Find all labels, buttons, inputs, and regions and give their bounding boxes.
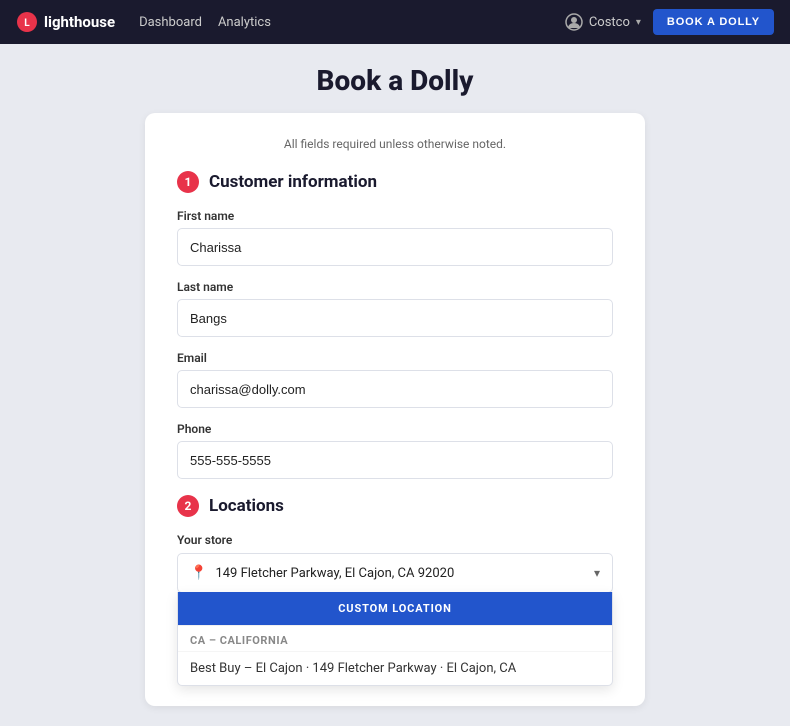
book-dolly-button[interactable]: BOOK A DOLLY bbox=[653, 9, 774, 35]
last-name-field-group: Last name bbox=[177, 280, 613, 337]
user-icon bbox=[565, 13, 583, 31]
store-label: Your store bbox=[177, 533, 613, 547]
section2-title: Locations bbox=[209, 496, 284, 516]
section2-number: 2 bbox=[177, 495, 199, 517]
email-label: Email bbox=[177, 351, 613, 365]
form-card: All fields required unless otherwise not… bbox=[145, 113, 645, 706]
logo-text: lighthouse bbox=[44, 13, 115, 31]
last-name-input[interactable] bbox=[177, 299, 613, 337]
phone-label: Phone bbox=[177, 422, 613, 436]
chevron-down-icon: ▾ bbox=[594, 566, 600, 580]
nav-links: Dashboard Analytics bbox=[139, 15, 541, 30]
nav-analytics[interactable]: Analytics bbox=[218, 15, 271, 30]
top-nav: L lighthouse Dashboard Analytics Costco … bbox=[0, 0, 790, 44]
nav-dashboard[interactable]: Dashboard bbox=[139, 15, 202, 30]
dropdown-item-partial[interactable]: Best Buy – El Cajon · 149 Fletcher Parkw… bbox=[178, 651, 612, 685]
section1-header: 1 Customer information bbox=[177, 171, 613, 193]
dropdown-group-label: CA – CALIFORNIA bbox=[178, 625, 612, 651]
first-name-field-group: First name bbox=[177, 209, 613, 266]
pin-icon: 📍 bbox=[190, 565, 207, 581]
custom-location-button[interactable]: CUSTOM LOCATION bbox=[178, 592, 612, 625]
logo-icon: L bbox=[16, 11, 38, 33]
section1-title: Customer information bbox=[209, 172, 377, 192]
nav-right: Costco ▾ BOOK A DOLLY bbox=[565, 9, 774, 35]
user-chevron: ▾ bbox=[636, 17, 641, 28]
store-select[interactable]: 📍 149 Fletcher Parkway, El Cajon, CA 920… bbox=[177, 553, 613, 593]
email-input[interactable] bbox=[177, 370, 613, 408]
user-menu[interactable]: Costco ▾ bbox=[565, 13, 641, 31]
page-title: Book a Dolly bbox=[317, 64, 474, 97]
first-name-label: First name bbox=[177, 209, 613, 223]
email-field-group: Email bbox=[177, 351, 613, 408]
user-name: Costco bbox=[589, 15, 630, 30]
last-name-label: Last name bbox=[177, 280, 613, 294]
form-note: All fields required unless otherwise not… bbox=[177, 137, 613, 151]
store-dropdown: CUSTOM LOCATION CA – CALIFORNIA Best Buy… bbox=[177, 592, 613, 686]
svg-text:L: L bbox=[24, 18, 30, 29]
section1-number: 1 bbox=[177, 171, 199, 193]
phone-input[interactable] bbox=[177, 441, 613, 479]
phone-field-group: Phone bbox=[177, 422, 613, 479]
store-selected-value: 149 Fletcher Parkway, El Cajon, CA 92020 bbox=[215, 566, 454, 581]
main-content: Book a Dolly All fields required unless … bbox=[0, 44, 790, 726]
store-select-wrapper: 📍 149 Fletcher Parkway, El Cajon, CA 920… bbox=[177, 553, 613, 686]
section2-header: 2 Locations bbox=[177, 495, 613, 517]
logo: L lighthouse bbox=[16, 11, 115, 33]
first-name-input[interactable] bbox=[177, 228, 613, 266]
